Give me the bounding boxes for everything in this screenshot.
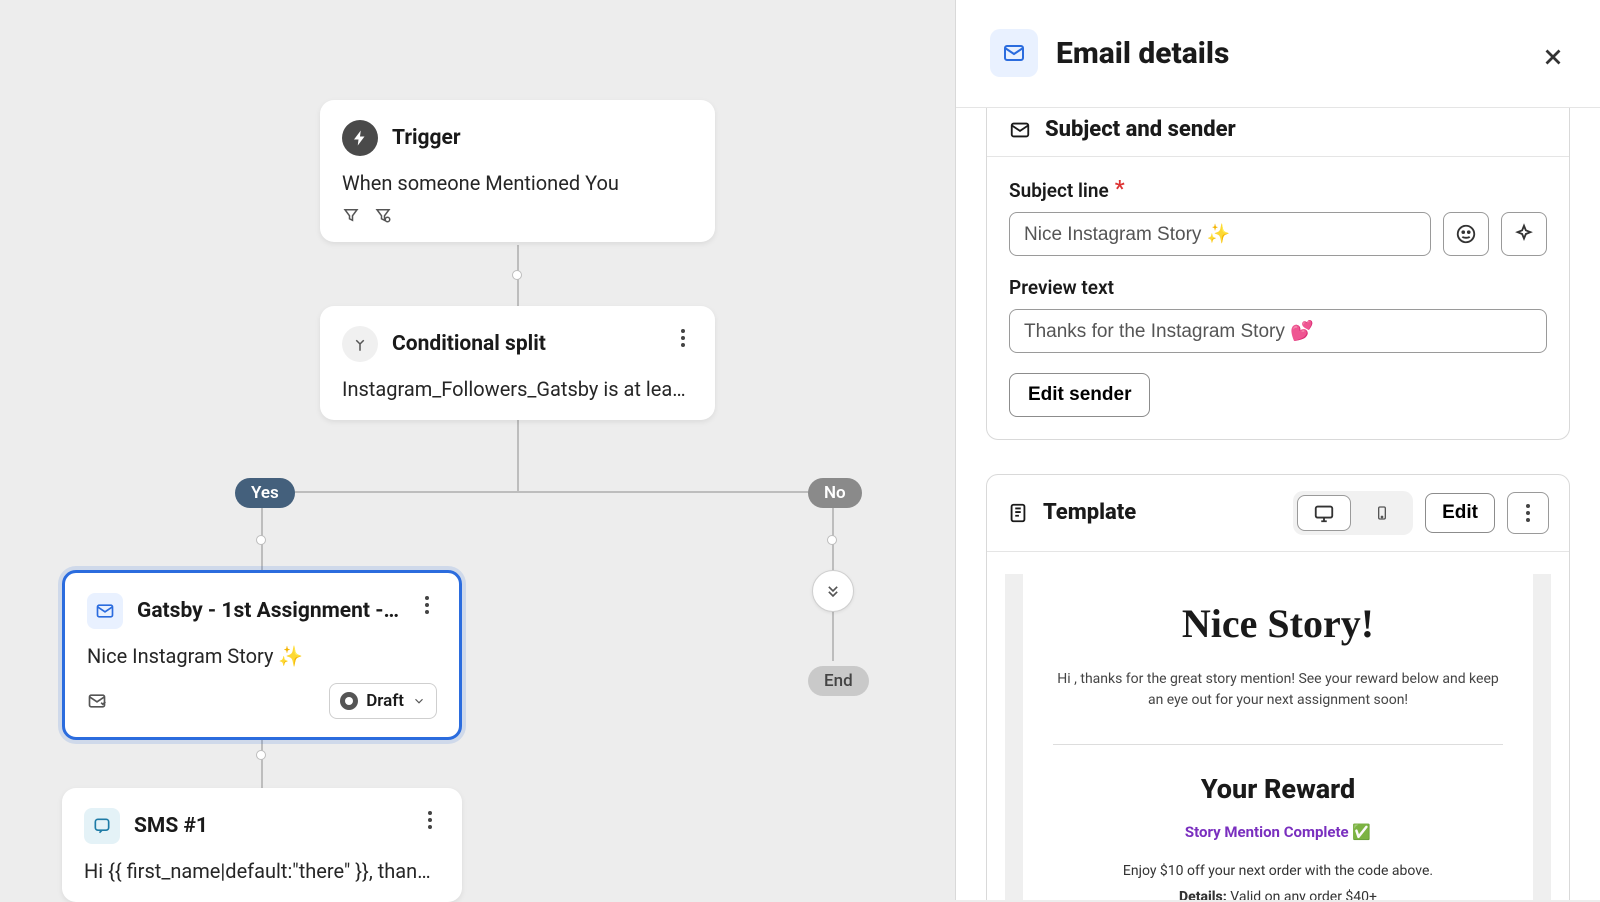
connector-dot	[256, 535, 266, 545]
preview-headline: Nice Story!	[1053, 600, 1503, 647]
mail-icon	[87, 593, 123, 629]
connector-dot	[256, 750, 266, 760]
profile-filter-icon[interactable]	[374, 206, 392, 224]
mail-icon	[990, 29, 1038, 77]
sms-node-title: SMS #1	[134, 814, 208, 838]
mobile-preview-button[interactable]	[1355, 495, 1409, 531]
mail-outline-icon	[1009, 119, 1031, 141]
sms-icon	[84, 808, 120, 844]
subject-line-label: Subject line*	[1009, 179, 1547, 202]
smart-send-icon[interactable]	[87, 691, 107, 711]
branch-no-badge: No	[808, 478, 862, 508]
template-preview: Nice Story! Hi , thanks for the great st…	[987, 551, 1569, 900]
split-icon	[342, 326, 378, 362]
edit-sender-button[interactable]: Edit sender	[1009, 373, 1150, 417]
panel-title: Email details	[1056, 36, 1229, 71]
email-status-dropdown[interactable]: Draft	[329, 683, 437, 719]
close-button[interactable]	[1536, 40, 1570, 74]
panel-header: Email details	[956, 0, 1600, 108]
bolt-icon	[342, 120, 378, 156]
preview-reward-heading: Your Reward	[1053, 773, 1503, 805]
preview-details: Details: Valid on any order $40+	[1053, 889, 1503, 900]
emoji-button[interactable]	[1443, 212, 1489, 256]
edit-template-button[interactable]: Edit	[1425, 493, 1495, 533]
node-more-button[interactable]	[669, 324, 697, 352]
subject-sender-heading: Subject and sender	[1045, 117, 1236, 142]
trigger-title: Trigger	[392, 126, 461, 150]
filter-icon[interactable]	[342, 206, 360, 224]
preview-text-input[interactable]	[1009, 309, 1547, 353]
email-status-label: Draft	[366, 691, 404, 711]
template-section: Template Edit	[986, 474, 1570, 900]
node-more-button[interactable]	[416, 806, 444, 834]
branch-yes-badge: Yes	[235, 478, 295, 508]
connector-dot	[512, 270, 522, 280]
sms-node-preview: Hi {{ first_name|default:"there" }}, tha…	[84, 858, 440, 884]
split-desc: Instagram_Followers_Gatsby is at least 5…	[342, 376, 693, 402]
subject-line-input[interactable]	[1009, 212, 1431, 256]
node-more-button[interactable]	[413, 591, 441, 619]
connector	[261, 491, 833, 493]
email-node-subject: Nice Instagram Story ✨	[87, 643, 437, 669]
template-heading: Template	[1043, 500, 1136, 525]
conditional-split-node[interactable]: Conditional split Instagram_Followers_Ga…	[320, 306, 715, 420]
split-title: Conditional split	[392, 332, 546, 356]
connector	[517, 414, 519, 492]
email-details-panel: Email details Subject and sender Subject…	[955, 0, 1600, 900]
preview-tag: Story Mention Complete ✅	[1053, 823, 1503, 841]
ai-sparkle-button[interactable]	[1501, 212, 1547, 256]
add-step-button[interactable]	[812, 570, 854, 612]
preview-text-label: Preview text	[1009, 276, 1547, 299]
end-badge: End	[808, 666, 869, 696]
status-dot-icon	[340, 692, 358, 710]
template-icon	[1007, 502, 1029, 524]
preview-divider	[1053, 744, 1503, 745]
flow-canvas[interactable]: Yes No End Trigger When someone Mentione…	[0, 0, 955, 900]
email-node-title: Gatsby - 1st Assignment -…	[137, 599, 399, 623]
preview-offer: Enjoy $10 off your next order with the c…	[1053, 863, 1503, 879]
template-more-button[interactable]	[1507, 492, 1549, 534]
preview-device-toggle	[1293, 491, 1413, 535]
subject-sender-section: Subject and sender Subject line* Previe	[986, 108, 1570, 440]
preview-intro: Hi , thanks for the great story mention!…	[1053, 669, 1503, 712]
email-node-selected[interactable]: Gatsby - 1st Assignment -… Nice Instagra…	[62, 570, 462, 740]
sms-node[interactable]: SMS #1 Hi {{ first_name|default:"there" …	[62, 788, 462, 902]
desktop-preview-button[interactable]	[1297, 495, 1351, 531]
trigger-node[interactable]: Trigger When someone Mentioned You	[320, 100, 715, 242]
trigger-desc: When someone Mentioned You	[342, 170, 693, 196]
connector-dot	[827, 535, 837, 545]
